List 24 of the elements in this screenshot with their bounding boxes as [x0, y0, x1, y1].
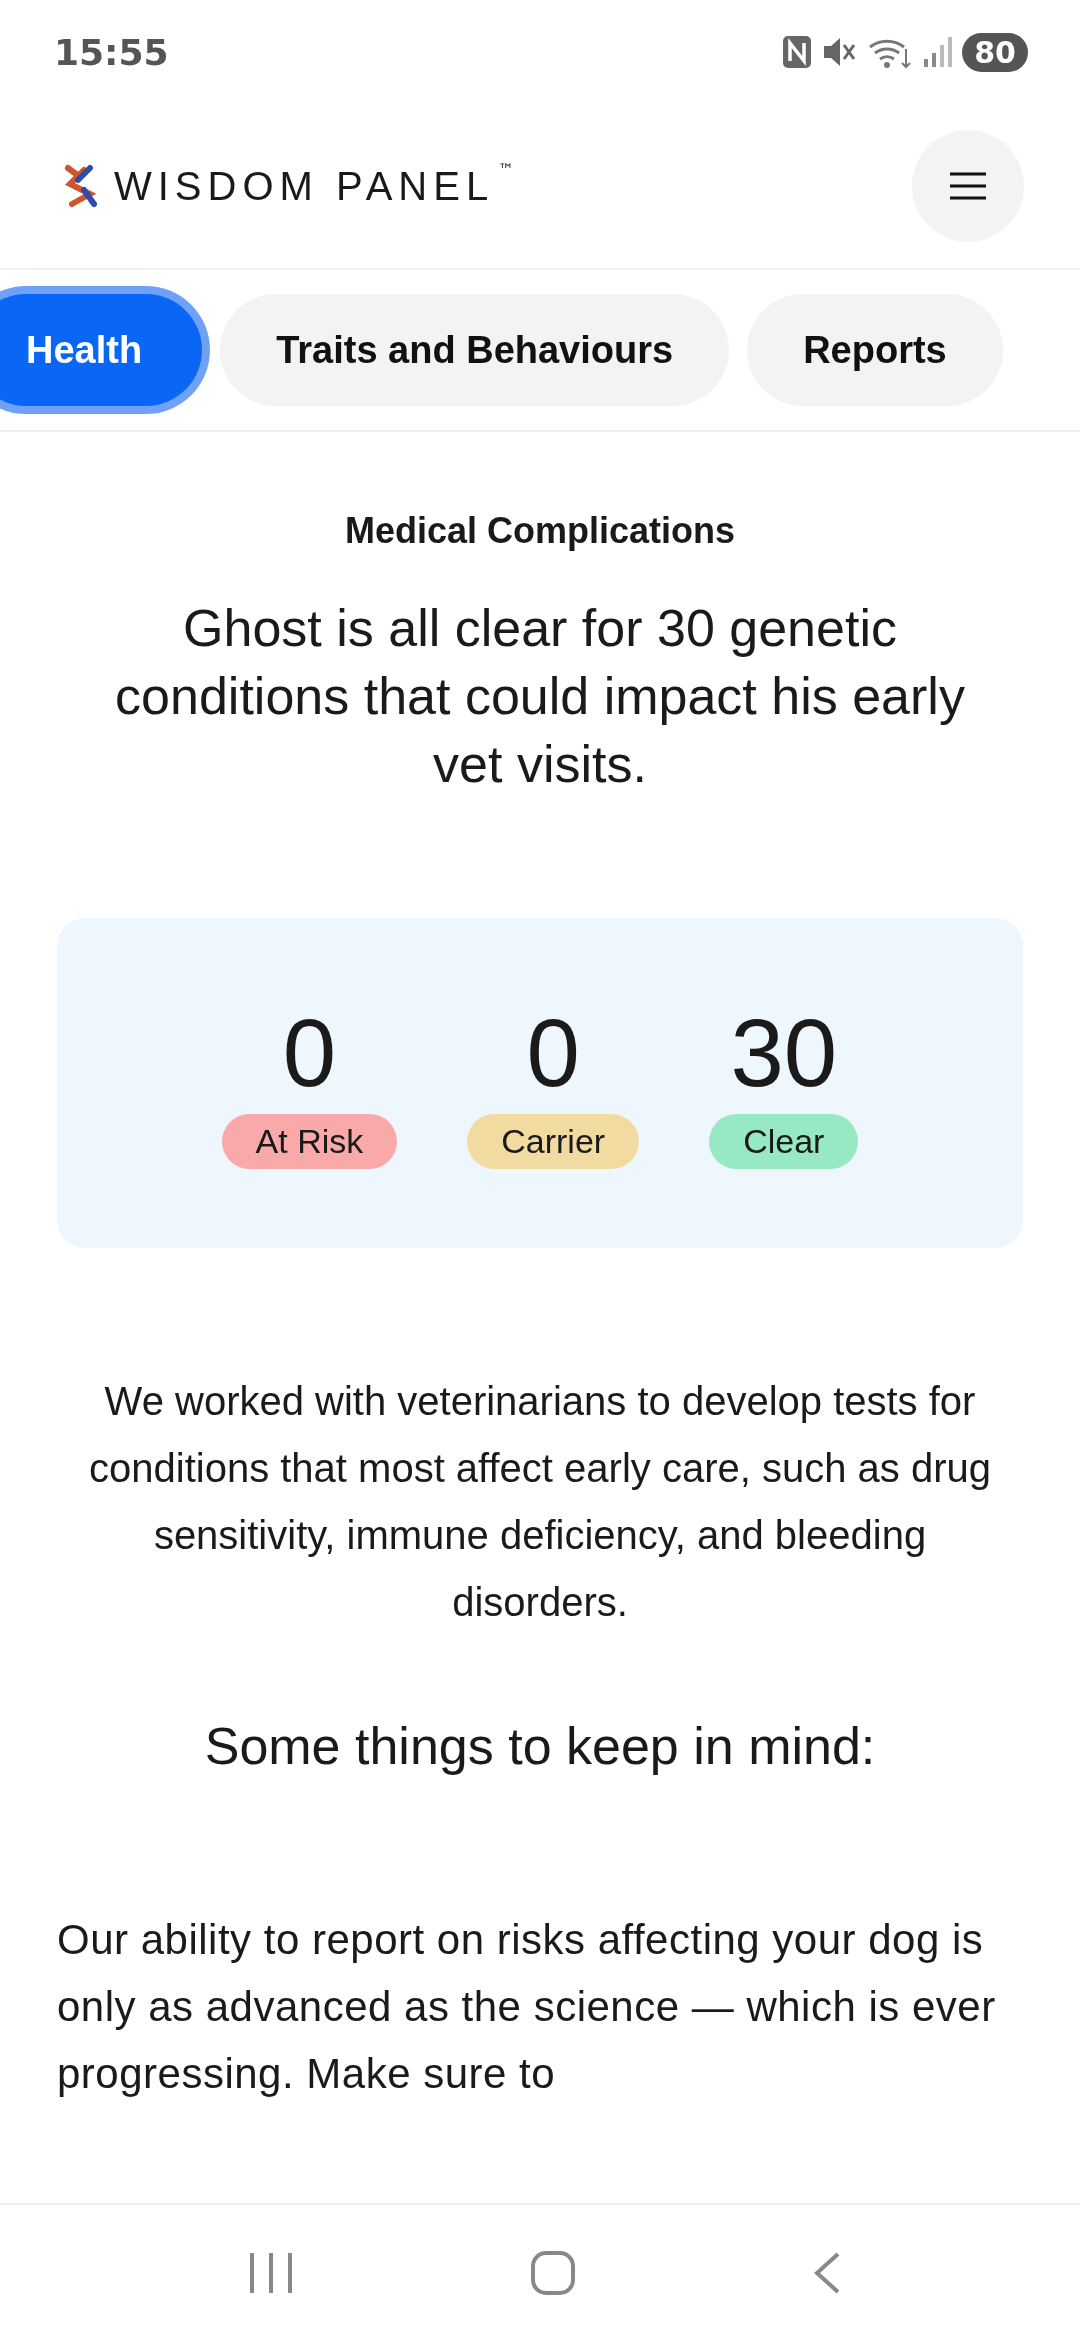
- body-paragraph: Our ability to report on risks affecting your dog is only as advanced as the science — which is ever progressing. Make sure to: [57, 1915, 997, 2099]
- stat-count: 30: [730, 997, 838, 1108]
- battery-indicator: 80: [962, 32, 1028, 72]
- intro-paragraph: We worked with veterinarians to develop tests for conditions that most affect early care, such as drug sensitivity, immune deficiency, and bleeding disorders.: [88, 1378, 992, 1626]
- subheading: Some things to keep in mind:: [204, 1716, 876, 1776]
- menu-icon: [949, 172, 987, 200]
- headline: Ghost is all clear for 30 genetic conditions that could impact his early vet visits.: [114, 598, 966, 795]
- signal-icon: [922, 35, 953, 69]
- status-pill: Clear: [709, 1113, 859, 1169]
- trademark: ™: [498, 159, 515, 179]
- status-pill: Carrier: [467, 1113, 640, 1169]
- nfc-icon: [782, 35, 813, 69]
- stat-count: 0: [526, 997, 580, 1108]
- recent-apps-icon[interactable]: [248, 2251, 294, 2295]
- status-time: 15:55: [54, 31, 169, 73]
- tab[interactable]: Traits and Behaviours: [220, 294, 730, 406]
- brand-name: WISDOM PANEL: [114, 163, 495, 209]
- logo-icon: [62, 164, 98, 208]
- home-icon[interactable]: [530, 2250, 576, 2296]
- status-pill: At Risk: [221, 1113, 398, 1169]
- section-label: Medical Complications: [344, 510, 736, 552]
- stat-count: 0: [282, 997, 337, 1108]
- tab[interactable]: Reports: [747, 294, 1003, 406]
- back-icon[interactable]: [812, 2251, 842, 2295]
